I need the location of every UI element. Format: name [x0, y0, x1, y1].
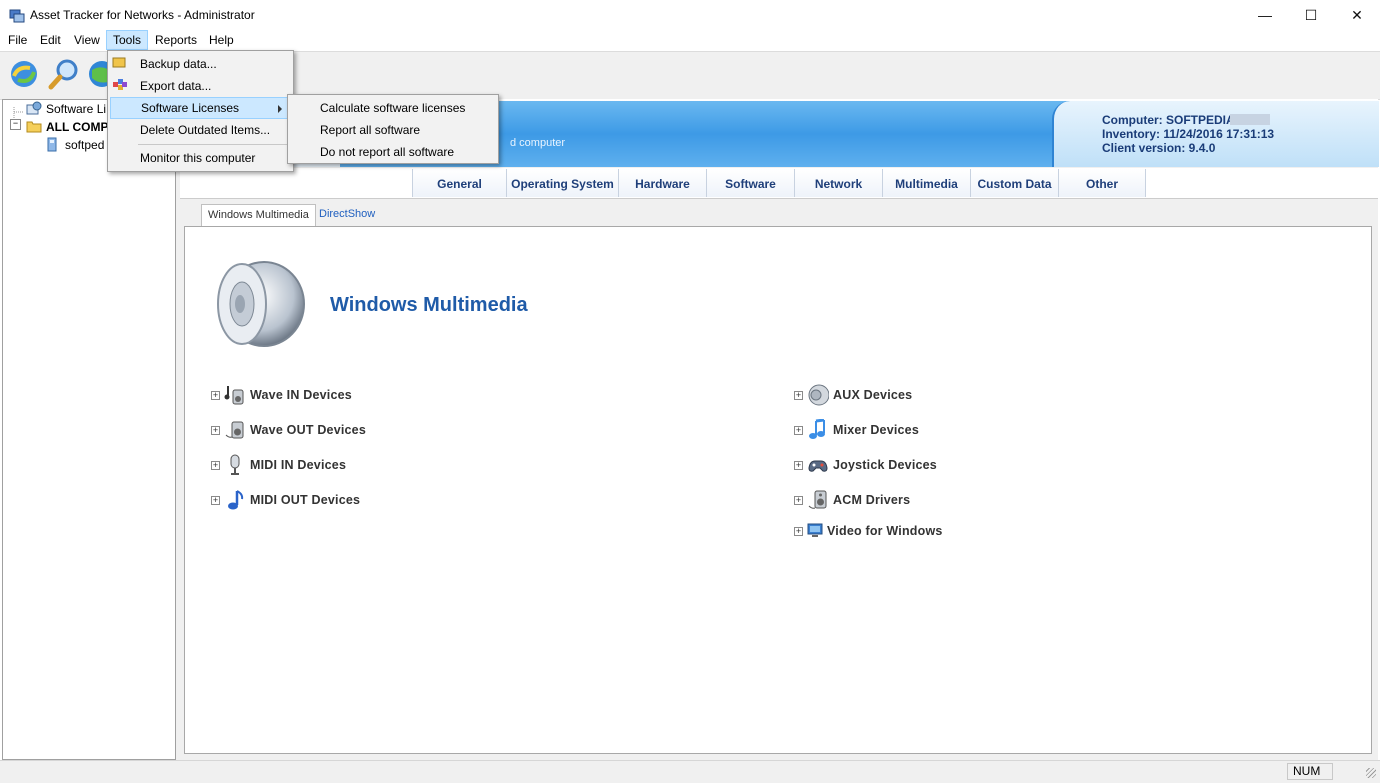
expand-icon[interactable]: + [794, 460, 803, 470]
menu-separator [138, 144, 289, 145]
menu-item-delete-outdated[interactable]: Delete Outdated Items... [110, 119, 291, 141]
music-note-icon [224, 489, 246, 511]
device-row-mixer[interactable]: + Mixer Devices [794, 419, 919, 441]
menu-item-backup[interactable]: Backup data... [110, 53, 291, 75]
tree-item-computer[interactable]: softped [65, 138, 104, 152]
expand-icon[interactable]: + [211, 495, 220, 505]
menu-item-label: Export data... [140, 79, 212, 93]
tab-multimedia[interactable]: Multimedia [882, 169, 970, 197]
app-icon [9, 9, 25, 23]
menu-item-label: Report all software [320, 123, 421, 137]
tab-other[interactable]: Other [1058, 169, 1146, 197]
inventory-date: Inventory: 11/24/2016 17:31:13 [1102, 127, 1275, 141]
menu-item-label: Monitor this computer [140, 151, 256, 165]
tree-item-software-licenses[interactable]: Software Li [46, 102, 106, 116]
computer-name: Computer: SOFTPEDIA [1102, 113, 1235, 127]
menu-item-monitor[interactable]: Monitor this computer [110, 147, 291, 169]
computer-icon [47, 137, 57, 152]
tab-software[interactable]: Software [706, 169, 794, 197]
expand-icon[interactable]: + [211, 390, 220, 400]
client-version: Client version: 9.4.0 [1102, 141, 1216, 155]
device-row-joystick[interactable]: + Joystick Devices [794, 454, 937, 476]
device-label: ACM Drivers [833, 493, 911, 507]
tab-hardware[interactable]: Hardware [618, 169, 706, 197]
device-row-acm[interactable]: + ACM Drivers [794, 489, 910, 511]
device-label: AUX Devices [833, 388, 913, 402]
submenu-item-report-all[interactable]: Report all software [290, 119, 496, 141]
wave-out-icon [224, 419, 246, 441]
tab-general[interactable]: General [412, 169, 506, 197]
device-label: Mixer Devices [833, 423, 919, 437]
expand-icon[interactable]: + [794, 425, 803, 435]
folder-icon [26, 121, 42, 133]
expand-icon[interactable]: + [794, 526, 803, 536]
subtab-windows-multimedia[interactable]: Windows Multimedia [201, 204, 316, 226]
expand-icon[interactable]: + [211, 425, 220, 435]
menu-item-label: Delete Outdated Items... [140, 123, 271, 137]
redacted-block [1230, 114, 1270, 125]
mixer-note-icon [807, 419, 829, 441]
refresh-icon[interactable] [8, 58, 40, 90]
software-icon [26, 101, 42, 115]
menu-item-label: Backup data... [140, 57, 217, 71]
menu-help[interactable]: Help [203, 30, 240, 50]
device-label: MIDI OUT Devices [250, 493, 361, 507]
device-row-wave-in[interactable]: + Wave IN Devices [211, 384, 352, 406]
banner-text: d computer [510, 137, 566, 149]
device-row-midi-out[interactable]: + MIDI OUT Devices [211, 489, 360, 511]
minimize-button[interactable]: — [1242, 0, 1288, 30]
submenu-item-calculate[interactable]: Calculate software licenses [290, 97, 496, 119]
status-bar [0, 760, 1380, 783]
menu-item-label: Calculate software licenses [320, 101, 466, 115]
expand-icon[interactable]: + [211, 460, 220, 470]
device-label: Wave IN Devices [250, 388, 352, 402]
joystick-icon [807, 454, 829, 476]
maximize-button[interactable]: ☐ [1288, 0, 1334, 30]
device-row-aux[interactable]: + AUX Devices [794, 384, 912, 406]
section-title: Windows Multimedia [330, 294, 528, 316]
device-label: MIDI IN Devices [250, 458, 347, 472]
submenu-item-do-not-report[interactable]: Do not report all software [290, 141, 496, 163]
menu-edit[interactable]: Edit [34, 30, 67, 50]
menu-item-label: Software Licenses [141, 101, 240, 115]
acm-speaker-icon [807, 489, 829, 511]
speaker-large-icon [217, 261, 305, 347]
num-lock-indicator: NUM [1287, 763, 1333, 780]
aux-speaker-icon [807, 384, 829, 406]
tree-expander[interactable]: − [10, 119, 21, 130]
submenu-arrow-icon [278, 105, 282, 113]
device-row-midi-in[interactable]: + MIDI IN Devices [211, 454, 346, 476]
menu-item-export[interactable]: Export data... [110, 75, 291, 97]
menu-item-software-licenses[interactable]: Software Licenses [110, 97, 291, 119]
device-label: Wave OUT Devices [250, 423, 366, 437]
device-row-video[interactable]: + Video for Windows [794, 520, 943, 542]
subtab-directshow[interactable]: DirectShow [313, 204, 381, 225]
tab-operating-system[interactable]: Operating System [506, 169, 618, 197]
menu-view[interactable]: View [68, 30, 106, 50]
menu-tools[interactable]: Tools [106, 30, 148, 50]
device-row-wave-out[interactable]: + Wave OUT Devices [211, 419, 366, 441]
tab-custom-data[interactable]: Custom Data [970, 169, 1058, 197]
licenses-submenu: Calculate software licenses Report all s… [287, 94, 499, 164]
expand-icon[interactable]: + [794, 390, 803, 400]
menu-file[interactable]: File [2, 30, 33, 50]
device-label: Video for Windows [827, 524, 943, 538]
menu-reports[interactable]: Reports [149, 30, 203, 50]
close-button[interactable]: ✕ [1334, 0, 1380, 30]
wave-in-icon [224, 384, 246, 406]
microphone-icon [224, 454, 246, 476]
tools-menu: Backup data... Export data... Software L… [107, 50, 294, 172]
device-label: Joystick Devices [833, 458, 937, 472]
resize-grip[interactable] [1366, 768, 1376, 778]
menu-item-label: Do not report all software [320, 145, 455, 159]
window-title: Asset Tracker for Networks - Administrat… [30, 8, 255, 22]
search-icon[interactable] [48, 58, 80, 90]
tab-network[interactable]: Network [794, 169, 882, 197]
monitor-icon [807, 520, 823, 542]
expand-icon[interactable]: + [794, 495, 803, 505]
tree-panel [2, 99, 176, 760]
